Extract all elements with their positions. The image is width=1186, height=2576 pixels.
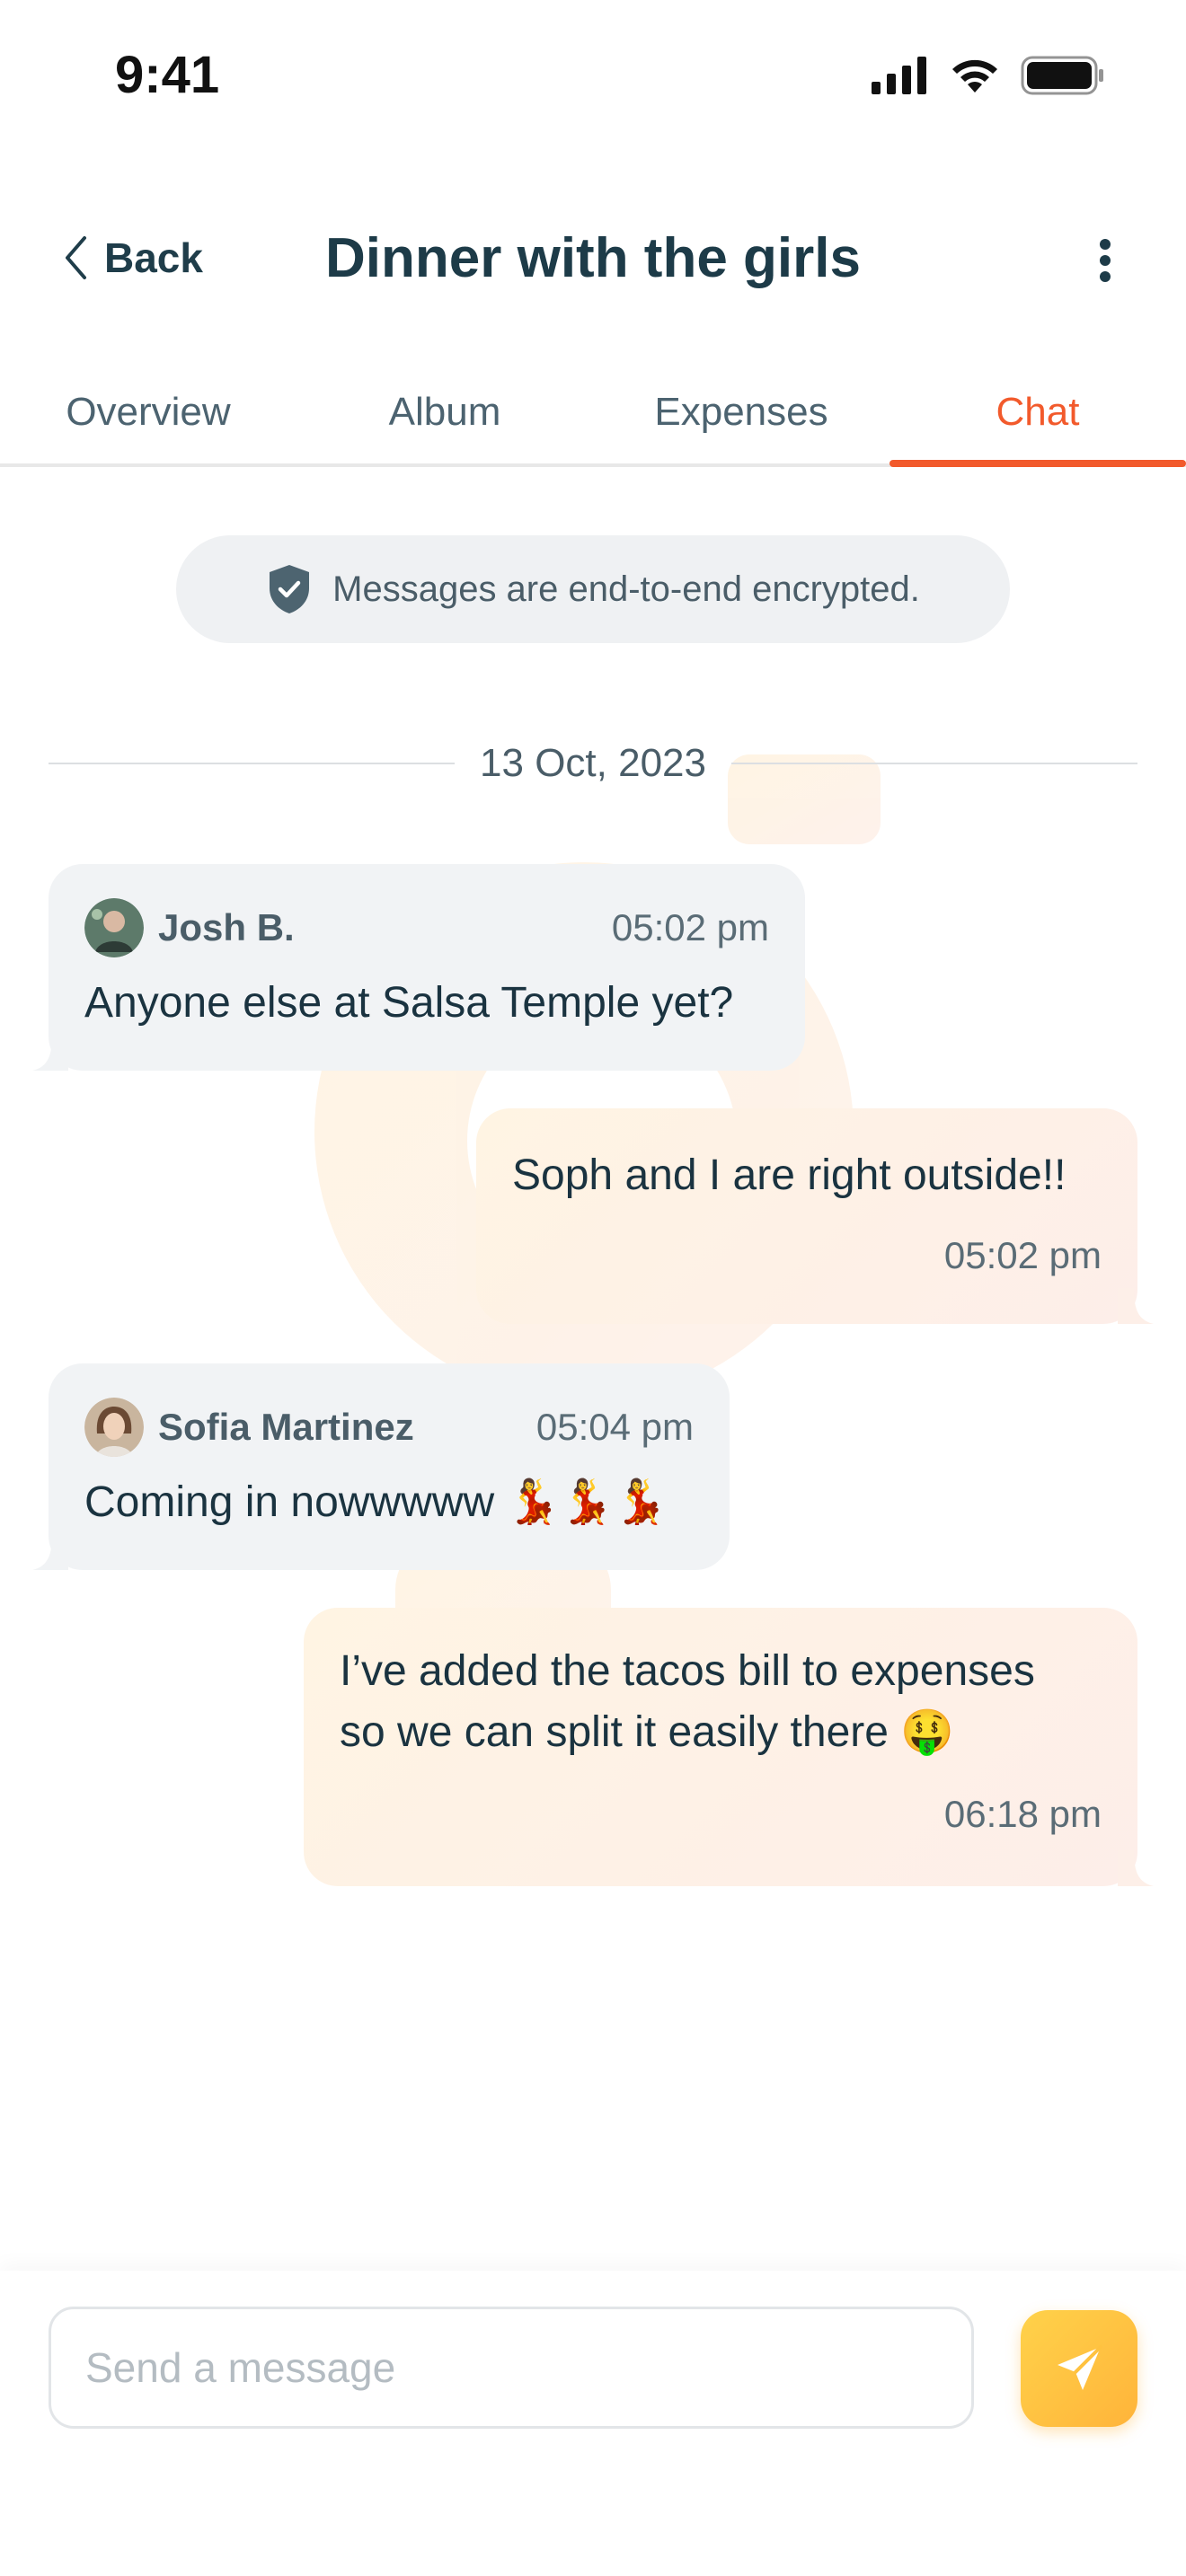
sender-name: Sofia Martinez xyxy=(158,1406,414,1448)
status-time: 9:41 xyxy=(115,46,220,104)
bubble-tail xyxy=(32,1035,68,1071)
message-header: Josh B. 05:02 pm xyxy=(84,898,769,957)
header: Back Dinner with the girls xyxy=(0,207,1186,314)
status-bar: 9:41 xyxy=(0,0,1186,153)
send-button[interactable] xyxy=(1021,2310,1137,2427)
page-title: Dinner with the girls xyxy=(325,227,861,289)
message-outgoing[interactable]: Soph and I are right outside!! 05:02 pm xyxy=(476,1108,1154,1324)
message-input[interactable] xyxy=(49,2307,974,2429)
shield-check-icon xyxy=(270,565,310,613)
sender-name: Josh B. xyxy=(158,906,295,948)
encryption-notice-text: Messages are end-to-end encrypted. xyxy=(332,569,920,609)
message-time: 05:04 pm xyxy=(535,1406,694,1448)
encryption-notice: Messages are end-to-end encrypted. xyxy=(176,535,1010,643)
message-text: Coming in nowwwww 💃💃💃 xyxy=(84,1478,668,1526)
avatar[interactable] xyxy=(84,1398,144,1457)
message-text: Anyone else at Salsa Temple yet? xyxy=(84,979,734,1027)
message-incoming[interactable]: Sofia Martinez 05:04 pm Coming in nowwww… xyxy=(32,1363,730,1570)
status-icons xyxy=(872,56,1105,95)
bubble-tail xyxy=(1118,1850,1154,1886)
tab-chat[interactable]: Chat xyxy=(890,377,1186,467)
message-outgoing[interactable]: I’ve added the tacos bill to expenses so… xyxy=(304,1608,1154,1886)
message-text-line: I’ve added the tacos bill to expenses xyxy=(340,1647,1035,1695)
message-time: 06:18 pm xyxy=(943,1793,1102,1835)
message-time: 05:02 pm xyxy=(943,1234,1102,1276)
bubble-tail xyxy=(32,1534,68,1570)
tab-album[interactable]: Album xyxy=(296,377,593,463)
bubble-tail xyxy=(1118,1288,1154,1324)
message-text: Soph and I are right outside!! xyxy=(512,1151,1067,1199)
tab-overview[interactable]: Overview xyxy=(0,377,296,463)
message-incoming[interactable]: Josh B. 05:02 pm Anyone else at Salsa Te… xyxy=(32,864,805,1071)
date-divider: 13 Oct, 2023 xyxy=(49,737,1138,790)
date-label: 13 Oct, 2023 xyxy=(480,741,706,785)
battery-icon xyxy=(1021,56,1103,95)
message-text-line: so we can split it easily there 🤑 xyxy=(340,1708,955,1756)
message-time: 05:02 pm xyxy=(611,906,769,948)
divider-line xyxy=(49,763,456,764)
more-options-button[interactable] xyxy=(1087,234,1123,287)
avatar[interactable] xyxy=(84,898,144,957)
message-header: Sofia Martinez 05:04 pm xyxy=(84,1398,694,1457)
message-composer xyxy=(0,2271,1186,2576)
tab-expenses[interactable]: Expenses xyxy=(593,377,890,463)
tab-bar: Overview Album Expenses Chat xyxy=(0,377,1186,467)
paper-plane-icon xyxy=(1058,2345,1102,2390)
vertical-dots-icon xyxy=(1100,239,1111,250)
signal-icon xyxy=(872,57,926,94)
wifi-icon xyxy=(952,59,997,93)
divider-line xyxy=(730,763,1138,764)
